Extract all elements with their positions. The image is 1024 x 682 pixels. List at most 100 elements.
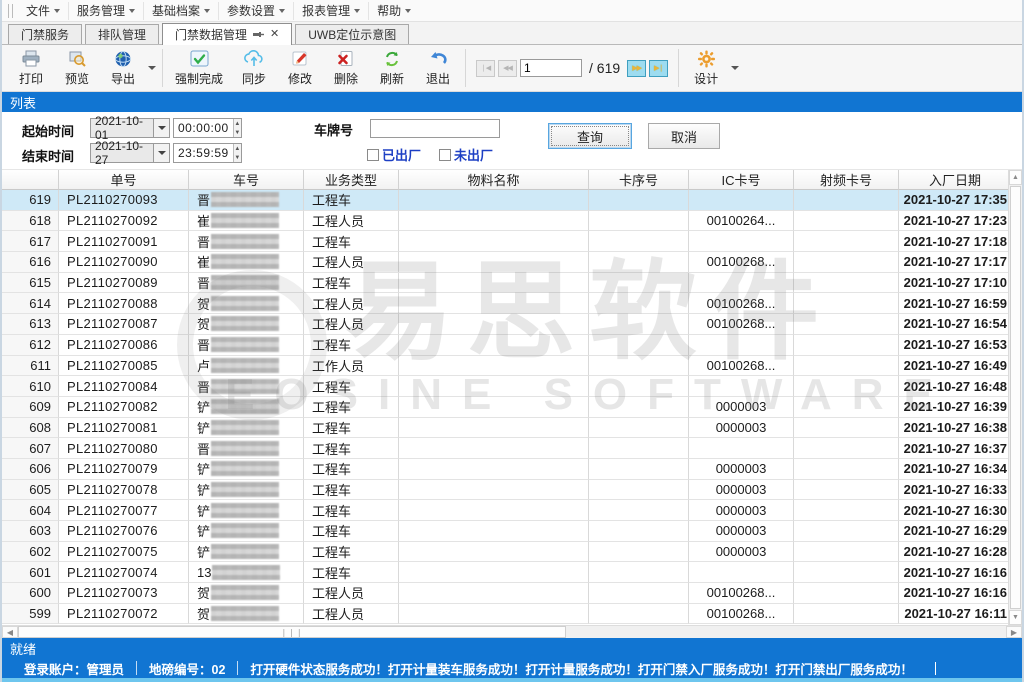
- row-number-cell: 608: [2, 418, 59, 439]
- delete-button[interactable]: 删除: [323, 47, 369, 89]
- col-header-material[interactable]: 物料名称: [399, 170, 589, 190]
- table-row[interactable]: 617 PL2110270091 晋 工程车 2021-10-27 17:18: [2, 231, 1012, 252]
- rf-card-cell: [794, 438, 899, 459]
- design-button[interactable]: 设计: [683, 47, 729, 89]
- card-serial-cell: [589, 190, 689, 211]
- table-row[interactable]: 612 PL2110270086 晋 工程车 2021-10-27 16:53: [2, 335, 1012, 356]
- exit-button[interactable]: 退出: [415, 47, 461, 89]
- table-row[interactable]: 613 PL2110270087 贺 工程人员 00100268... 2021…: [2, 314, 1012, 335]
- table-row[interactable]: 603 PL2110270076 铲 工程车 0000003 2021-10-2…: [2, 521, 1012, 542]
- ic-card-cell: 00100268...: [689, 314, 794, 335]
- chevron-down-icon[interactable]: [153, 144, 169, 162]
- table-row[interactable]: 610 PL2110270084 晋 工程车 2021-10-27 16:48: [2, 376, 1012, 397]
- spinner-arrows-icon[interactable]: ▲▼: [233, 119, 241, 137]
- col-header-ic-card[interactable]: IC卡号: [689, 170, 794, 190]
- redacted-plate-mosaic: [211, 192, 279, 207]
- tab-gate-data-management[interactable]: 门禁数据管理 ✕: [162, 23, 292, 45]
- modify-button[interactable]: 修改: [277, 47, 323, 89]
- menu-report-management[interactable]: 报表管理: [294, 2, 369, 20]
- table-row[interactable]: 616 PL2110270090 崔 工程人员 00100268... 2021…: [2, 252, 1012, 273]
- table-row[interactable]: 615 PL2110270089 晋 工程车 2021-10-27 17:10: [2, 273, 1012, 294]
- col-header-entry-date[interactable]: 入厂日期: [899, 170, 1012, 190]
- vertical-scrollbar[interactable]: ▲ ▼: [1008, 170, 1022, 625]
- end-date-combo[interactable]: 2021-10-27: [90, 143, 170, 163]
- next-record-button[interactable]: ▶▶: [627, 60, 646, 77]
- table-row[interactable]: 607 PL2110270080 晋 工程车 2021-10-27 16:37: [2, 438, 1012, 459]
- redacted-plate-mosaic: [211, 379, 279, 394]
- table-row[interactable]: 600 PL2110270073 贺 工程人员 00100268... 2021…: [2, 583, 1012, 604]
- chevron-down-icon[interactable]: [153, 119, 169, 137]
- exited-checkbox[interactable]: 已出厂: [367, 145, 421, 164]
- table-row[interactable]: 619 PL2110270093 晋 工程车 2021-10-27 17:35: [2, 190, 1012, 211]
- table-row[interactable]: 604 PL2110270077 铲 工程车 0000003 2021-10-2…: [2, 500, 1012, 521]
- query-button[interactable]: 查询: [548, 123, 632, 149]
- export-dropdown[interactable]: [146, 47, 158, 89]
- toolbar-separator: [162, 49, 163, 87]
- not-exited-checkbox[interactable]: 未出厂: [439, 145, 493, 164]
- col-header-plate[interactable]: 车号: [189, 170, 304, 190]
- sync-button[interactable]: 同步: [231, 47, 277, 89]
- checkbox-icon[interactable]: [367, 149, 379, 161]
- redacted-plate-mosaic: [211, 461, 279, 476]
- plate-cell: 晋: [189, 376, 304, 397]
- prev-record-button[interactable]: ◀◀: [498, 60, 517, 77]
- col-header-card-serial[interactable]: 卡序号: [589, 170, 689, 190]
- cancel-button[interactable]: 取消: [648, 123, 720, 149]
- start-date-combo[interactable]: 2021-10-01: [90, 118, 170, 138]
- end-time-spinner[interactable]: 23:59:59 ▲▼: [173, 143, 242, 163]
- col-header-type[interactable]: 业务类型: [304, 170, 399, 190]
- tab-gate-service[interactable]: 门禁服务: [8, 24, 82, 44]
- refresh-button[interactable]: 刷新: [369, 47, 415, 89]
- record-number-input[interactable]: [520, 59, 582, 77]
- table-row[interactable]: 608 PL2110270081 铲 工程车 0000003 2021-10-2…: [2, 418, 1012, 439]
- plate-cell: 铲: [189, 397, 304, 418]
- table-row[interactable]: 605 PL2110270078 铲 工程车 0000003 2021-10-2…: [2, 480, 1012, 501]
- order-cell: PL2110270089: [59, 273, 189, 294]
- force-complete-button[interactable]: 强制完成: [167, 47, 231, 89]
- table-row[interactable]: 611 PL2110270085 卢 工作人员 00100268... 2021…: [2, 356, 1012, 377]
- last-record-button[interactable]: ▶❘: [649, 60, 668, 77]
- material-cell: [399, 397, 589, 418]
- plate-cell: 铲: [189, 459, 304, 480]
- table-row[interactable]: 602 PL2110270075 铲 工程车 0000003 2021-10-2…: [2, 542, 1012, 563]
- horizontal-scrollbar[interactable]: ◀ ❘❘❘ ▶: [2, 625, 1022, 638]
- vertical-scroll-thumb[interactable]: [1010, 186, 1021, 609]
- table-row[interactable]: 606 PL2110270079 铲 工程车 0000003 2021-10-2…: [2, 459, 1012, 480]
- export-button[interactable]: 导出: [100, 47, 146, 89]
- scroll-left-icon[interactable]: ◀: [2, 626, 18, 638]
- plate-number-input[interactable]: [370, 119, 500, 138]
- entry-date-cell: 2021-10-27 17:10: [899, 273, 1012, 294]
- col-header-order[interactable]: 单号: [59, 170, 189, 190]
- table-row[interactable]: 599 PL2110270072 贺 工程人员 00100268... 2021…: [2, 604, 1012, 625]
- menu-basic-archives[interactable]: 基础档案: [144, 2, 219, 20]
- scroll-up-icon[interactable]: ▲: [1009, 170, 1022, 185]
- horizontal-scroll-thumb[interactable]: ❘❘❘: [18, 626, 566, 638]
- scroll-right-icon[interactable]: ▶: [1006, 626, 1022, 638]
- section-title-bar: 列表: [2, 92, 1022, 112]
- scroll-down-icon[interactable]: ▼: [1009, 610, 1022, 625]
- close-icon[interactable]: ✕: [270, 29, 279, 40]
- plate-cell: 卢: [189, 356, 304, 377]
- service-status-message: 打开硬件状态服务成功！打开计量装车服务成功！打开计量服务成功！打开门禁入厂服务成…: [238, 659, 925, 678]
- table-row[interactable]: 618 PL2110270092 崔 工程人员 00100264... 2021…: [2, 211, 1012, 232]
- menu-file[interactable]: 文件: [18, 2, 69, 20]
- scroll-track[interactable]: [566, 626, 1006, 638]
- col-header-rf-card[interactable]: 射频卡号: [794, 170, 899, 190]
- spinner-arrows-icon[interactable]: ▲▼: [233, 144, 241, 162]
- menu-help[interactable]: 帮助: [369, 2, 419, 20]
- menu-parameter-settings[interactable]: 参数设置: [219, 2, 294, 20]
- checkbox-icon[interactable]: [439, 149, 451, 161]
- table-row[interactable]: 609 PL2110270082 铲 工程车 0000003 2021-10-2…: [2, 397, 1012, 418]
- preview-button[interactable]: 预览: [54, 47, 100, 89]
- tab-bar: 门禁服务 排队管理 门禁数据管理 ✕ UWB定位示意图: [2, 22, 1022, 45]
- menu-service-management[interactable]: 服务管理: [69, 2, 144, 20]
- table-row[interactable]: 601 PL2110270074 13 工程车 2021-10-27 16:16: [2, 562, 1012, 583]
- first-record-button[interactable]: ❘◀: [476, 60, 495, 77]
- start-time-spinner[interactable]: 00:00:00 ▲▼: [173, 118, 242, 138]
- tab-queue-management[interactable]: 排队管理: [85, 24, 159, 44]
- tab-uwb-location-map[interactable]: UWB定位示意图: [295, 24, 409, 44]
- print-button[interactable]: 打印: [8, 47, 54, 89]
- table-row[interactable]: 614 PL2110270088 贺 工程人员 00100268... 2021…: [2, 293, 1012, 314]
- pin-icon[interactable]: [253, 29, 264, 40]
- design-dropdown[interactable]: [729, 47, 741, 89]
